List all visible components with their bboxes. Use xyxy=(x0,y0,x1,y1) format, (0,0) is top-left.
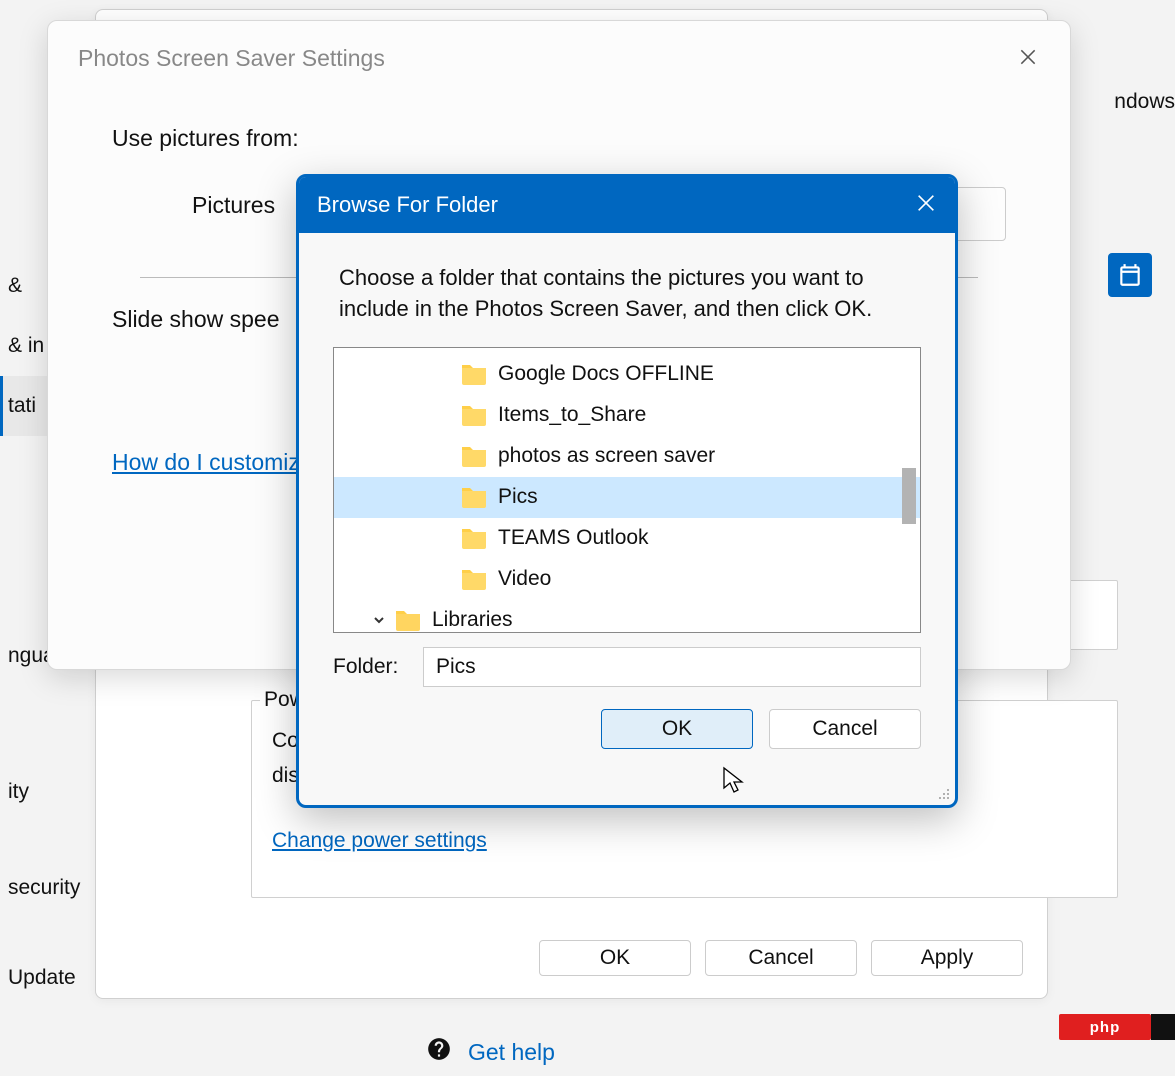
ok-button[interactable]: OK xyxy=(601,709,753,749)
folder-name: Pics xyxy=(498,485,538,509)
change-power-settings-link[interactable]: Change power settings xyxy=(272,829,487,853)
folder-name: Libraries xyxy=(432,608,513,632)
get-help-link[interactable]: Get help xyxy=(426,1036,555,1068)
browse-for-folder-dialog: Browse For Folder Choose a folder that c… xyxy=(296,174,958,808)
apply-button[interactable]: Apply xyxy=(871,940,1023,976)
close-icon[interactable] xyxy=(915,192,937,219)
help-icon xyxy=(426,1036,452,1068)
browse-instructions: Choose a folder that contains the pictur… xyxy=(299,233,955,339)
chevron-down-icon xyxy=(372,613,386,627)
folder-tree-item[interactable]: photos as screen saver xyxy=(334,436,920,477)
folder-icon xyxy=(394,609,422,631)
customize-link[interactable]: How do I customize xyxy=(112,449,313,476)
folder-tree-item[interactable]: TEAMS Outlook xyxy=(334,518,920,559)
folder-field-label: Folder: xyxy=(333,655,405,679)
folder-name: TEAMS Outlook xyxy=(498,526,649,550)
ok-button[interactable]: OK xyxy=(539,940,691,976)
browse-titlebar: Browse For Folder xyxy=(299,177,955,233)
folder-input[interactable] xyxy=(423,647,921,687)
sidebar-item[interactable]: security xyxy=(0,858,98,918)
sidebar-item[interactable]: ity xyxy=(0,762,98,822)
folder-icon xyxy=(460,445,488,467)
folder-tree-item-selected[interactable]: Pics xyxy=(334,477,920,518)
folder-name: Video xyxy=(498,567,551,591)
folder-tree-item[interactable]: Items_to_Share xyxy=(334,395,920,436)
folder-tree-item[interactable]: Video xyxy=(334,559,920,600)
bg-window-peek: ndows xyxy=(1114,90,1175,114)
resize-grip-icon[interactable] xyxy=(937,787,951,801)
sidebar-item[interactable]: Update xyxy=(0,948,98,1008)
cancel-button[interactable]: Cancel xyxy=(705,940,857,976)
close-icon[interactable] xyxy=(1014,43,1042,71)
folder-icon xyxy=(460,363,488,385)
folder-icon xyxy=(460,486,488,508)
help-label: Get help xyxy=(468,1039,555,1066)
folder-icon xyxy=(460,404,488,426)
pictures-path: Pictures xyxy=(192,192,275,219)
use-pictures-label: Use pictures from: xyxy=(112,125,1006,152)
scrollbar-thumb[interactable] xyxy=(902,468,916,524)
folder-icon xyxy=(460,527,488,549)
calendar-icon[interactable] xyxy=(1108,253,1152,297)
folder-icon xyxy=(460,568,488,590)
folder-name: photos as screen saver xyxy=(498,444,715,468)
dialog-title: Photos Screen Saver Settings xyxy=(78,45,385,72)
folder-name: Items_to_Share xyxy=(498,403,646,427)
folder-name: Google Docs OFFLINE xyxy=(498,362,714,386)
cancel-button[interactable]: Cancel xyxy=(769,709,921,749)
libraries-tree-item[interactable]: Libraries xyxy=(334,600,920,633)
folder-tree[interactable]: Google Docs OFFLINE Items_to_Share photo… xyxy=(333,347,921,633)
browse-title: Browse For Folder xyxy=(317,192,498,218)
watermark: php xyxy=(1059,1014,1151,1040)
folder-tree-item[interactable]: Google Docs OFFLINE xyxy=(334,354,920,395)
